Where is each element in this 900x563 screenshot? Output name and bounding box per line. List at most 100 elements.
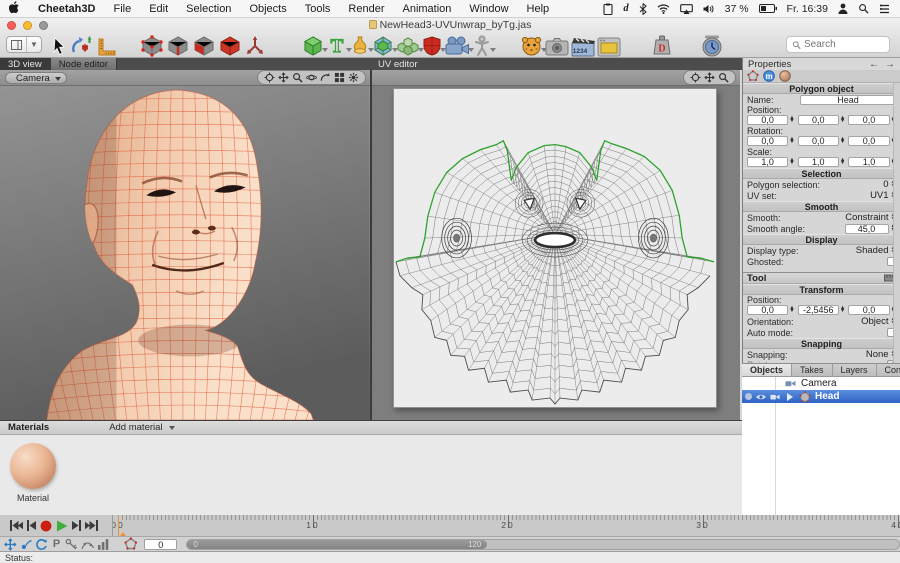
record-button[interactable] [40, 520, 52, 532]
tool-position-x-field[interactable]: 0,0 [747, 305, 789, 315]
rotation-x-stepper[interactable] [789, 138, 794, 144]
create-polyhedron-button[interactable] [371, 33, 398, 57]
render-window-button[interactable] [596, 33, 622, 57]
fcurve-icon[interactable] [81, 538, 95, 551]
timer-button[interactable] [700, 33, 724, 57]
texture-tag-icon[interactable] [779, 70, 791, 82]
playhead[interactable] [117, 515, 129, 536]
cheetah-tag-button[interactable] [519, 33, 547, 57]
menu-tools[interactable]: Tools [296, 3, 340, 15]
menu-window[interactable]: Window [460, 3, 517, 15]
timeline-range-thumb[interactable]: 0 120 [187, 539, 488, 549]
material-preview-sphere[interactable] [10, 443, 56, 489]
layer-dot-icon[interactable] [745, 393, 752, 400]
polygon-selection-value[interactable]: 0 [883, 179, 888, 190]
create-camera-button[interactable] [443, 33, 474, 57]
menu-file[interactable]: File [104, 3, 140, 15]
object-name-head[interactable]: Head [815, 391, 839, 402]
rotation-y-field[interactable]: 0,0 [797, 136, 839, 146]
pane-divider[interactable] [370, 70, 372, 420]
playhead-handle[interactable] [117, 526, 129, 536]
transform-tool[interactable] [69, 33, 95, 57]
menu-edit[interactable]: Edit [140, 3, 177, 15]
create-array-button[interactable] [395, 33, 424, 57]
rotation-x-field[interactable]: 0,0 [747, 136, 789, 146]
key-tool-icon[interactable] [65, 538, 78, 551]
polygon-mode-button[interactable] [191, 33, 217, 57]
create-cube-button[interactable] [301, 33, 328, 57]
previous-frame-button[interactable] [27, 520, 36, 531]
bluetooth-icon[interactable] [639, 2, 647, 15]
visibility-eye-icon[interactable] [755, 391, 767, 403]
notification-center-icon[interactable] [879, 4, 890, 14]
track-camera-icon[interactable] [264, 72, 275, 83]
go-to-start-button[interactable] [10, 520, 23, 531]
clipboard-icon[interactable] [603, 3, 613, 15]
snapshot-camera-button[interactable] [544, 33, 570, 57]
position-z-field[interactable]: 0,0 [848, 115, 890, 125]
rotation-z-field[interactable]: 0,0 [848, 136, 890, 146]
menu-clock[interactable]: Fr. 16:39 [787, 3, 828, 15]
rotate-view-icon[interactable] [320, 72, 331, 83]
tool-position-z-field[interactable]: 0,0 [848, 305, 890, 315]
menu-objects[interactable]: Objects [240, 3, 295, 15]
uv-track-icon[interactable] [690, 72, 701, 83]
zoom-camera-icon[interactable] [292, 72, 303, 83]
tab-takes[interactable]: Takes [792, 364, 833, 376]
user-icon[interactable] [838, 3, 848, 14]
d-menu-extra-icon[interactable]: d [623, 3, 628, 14]
menu-render[interactable]: Render [339, 3, 393, 15]
name-field[interactable]: Head [800, 94, 896, 105]
animation-clapper-button[interactable]: 1234 [570, 33, 596, 57]
uv-zoom-icon[interactable] [718, 72, 729, 83]
scale-x-field[interactable]: 1,0 [747, 157, 789, 167]
polygon-filter-icon[interactable] [123, 537, 138, 551]
tab-node-editor[interactable]: Node editor [49, 58, 117, 70]
uv-viewport[interactable] [372, 86, 740, 420]
apple-menu-icon[interactable] [0, 0, 29, 17]
3d-viewport[interactable] [0, 86, 370, 420]
scale-x-stepper[interactable] [789, 159, 794, 165]
go-to-end-button[interactable] [85, 520, 98, 531]
renderable-camera-icon[interactable] [769, 392, 781, 402]
tool-position-y-stepper[interactable] [840, 307, 845, 313]
daemon-weight-button[interactable]: D [650, 33, 674, 57]
back-arrow-button[interactable]: ← [869, 59, 879, 70]
snapping-value[interactable]: None [866, 349, 889, 360]
play-button[interactable] [56, 520, 68, 532]
wifi-icon[interactable] [657, 3, 670, 14]
polygon-tag-icon[interactable] [747, 70, 759, 82]
properties-scrollbar[interactable] [893, 83, 900, 364]
point-mode-button[interactable] [139, 33, 165, 57]
camera-view-dropdown[interactable]: Camera [5, 71, 67, 84]
edge-mode-button[interactable] [165, 33, 191, 57]
search-input[interactable] [804, 39, 884, 50]
orientation-value[interactable]: Object [861, 316, 888, 327]
create-character-button[interactable] [471, 33, 496, 57]
menu-animation[interactable]: Animation [394, 3, 461, 15]
material-tag-icon[interactable]: m [763, 70, 775, 82]
animate-position-icon[interactable] [4, 537, 17, 551]
tab-layers[interactable]: Layers [832, 364, 877, 376]
tool-position-y-field[interactable]: -2,5456 [797, 305, 839, 315]
toolbar-search[interactable] [786, 36, 890, 53]
pan-camera-icon[interactable] [278, 72, 289, 83]
timeline-ruler[interactable]: 00 10 20 30 40 [113, 515, 900, 536]
menu-help[interactable]: Help [518, 3, 559, 15]
object-mode-button[interactable] [217, 33, 243, 57]
smooth-value[interactable]: Constraint [845, 212, 888, 223]
object-row-camera[interactable]: Camera [742, 377, 900, 390]
scale-y-stepper[interactable] [840, 159, 845, 165]
position-x-stepper[interactable] [789, 117, 794, 123]
uv-pan-icon[interactable] [704, 72, 715, 83]
dope-sheet-icon[interactable] [97, 538, 110, 551]
timeline-range-track[interactable]: 0 120 [186, 538, 900, 550]
object-name-camera[interactable]: Camera [801, 378, 837, 389]
display-type-value[interactable]: Shaded [856, 245, 889, 256]
axis-mode-button[interactable] [243, 33, 267, 57]
tab-3d-view[interactable]: 3D view [0, 58, 50, 70]
select-tool[interactable] [50, 33, 69, 57]
ruler-tool[interactable] [95, 33, 119, 57]
spotlight-icon[interactable] [858, 3, 869, 14]
create-boolean-button[interactable] [421, 33, 446, 57]
